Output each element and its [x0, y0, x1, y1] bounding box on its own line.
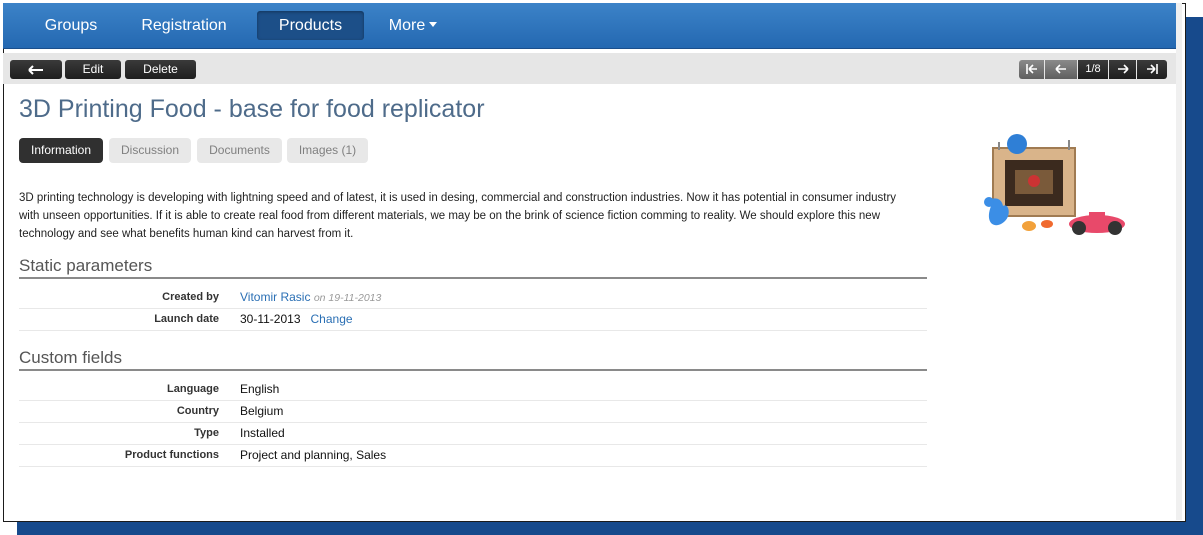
- change-date-link[interactable]: Change: [311, 312, 353, 326]
- custom-fields-heading: Custom fields: [19, 348, 927, 371]
- tab-information[interactable]: Information: [19, 138, 103, 163]
- launch-date-value: 30-11-2013: [240, 312, 301, 326]
- field-label: Country: [176, 405, 219, 417]
- arrow-left-icon: [1055, 64, 1066, 74]
- product-image[interactable]: [955, 128, 1155, 240]
- tab-documents[interactable]: Documents: [197, 138, 282, 163]
- edit-button[interactable]: Edit: [65, 60, 121, 79]
- top-navbar: Groups Registration Products More: [3, 3, 1178, 49]
- custom-row-language: Language English: [19, 378, 927, 401]
- launch-date-label: Launch date: [154, 313, 219, 325]
- back-button[interactable]: [10, 60, 62, 79]
- nav-registration[interactable]: Registration: [123, 11, 245, 40]
- field-value: English: [240, 382, 280, 396]
- field-value: Installed: [240, 426, 285, 440]
- custom-row-product-functions: Product functions Project and planning, …: [19, 444, 927, 467]
- created-by-row: Created by Vitomir Rasic on 19-11-2013: [19, 286, 927, 309]
- field-label: Language: [167, 383, 219, 395]
- tab-images[interactable]: Images (1): [287, 138, 368, 163]
- first-page-icon: [1025, 64, 1037, 75]
- last-page-icon: [1147, 64, 1158, 75]
- launch-date-row: Launch date 30-11-2013 Change: [19, 308, 927, 331]
- custom-row-country: Country Belgium: [19, 400, 927, 423]
- last-page-button[interactable]: [1137, 60, 1167, 79]
- arrow-right-icon: [1117, 64, 1129, 74]
- page-title: 3D Printing Food - base for food replica…: [19, 95, 485, 123]
- custom-row-type: Type Installed: [19, 422, 927, 445]
- created-by-label: Created by: [162, 291, 219, 303]
- action-toolbar: Edit Delete 1/8: [3, 53, 1178, 84]
- field-value: Belgium: [240, 404, 284, 418]
- next-page-button[interactable]: [1109, 60, 1136, 79]
- prev-page-button[interactable]: [1045, 60, 1077, 79]
- nav-more[interactable]: More: [378, 11, 448, 40]
- nav-more-label: More: [388, 17, 426, 34]
- delete-button[interactable]: Delete: [125, 60, 196, 79]
- static-parameters-heading: Static parameters: [19, 256, 927, 279]
- caret-down-icon: [429, 22, 438, 28]
- arrow-left-icon: [28, 65, 43, 75]
- page-indicator: 1/8: [1078, 60, 1108, 79]
- field-value: Project and planning, Sales: [240, 448, 387, 462]
- nav-groups[interactable]: Groups: [31, 11, 111, 40]
- product-description: 3D printing technology is developing wit…: [19, 192, 897, 240]
- nav-products[interactable]: Products: [257, 11, 364, 40]
- created-date: on 19-11-2013: [313, 292, 382, 304]
- field-label: Type: [194, 427, 219, 439]
- field-label: Product functions: [124, 449, 219, 461]
- tab-discussion[interactable]: Discussion: [109, 138, 191, 163]
- scrollbar[interactable]: [1176, 3, 1182, 520]
- first-page-button[interactable]: [1019, 60, 1044, 79]
- creator-link[interactable]: Vitomir Rasic: [240, 290, 310, 304]
